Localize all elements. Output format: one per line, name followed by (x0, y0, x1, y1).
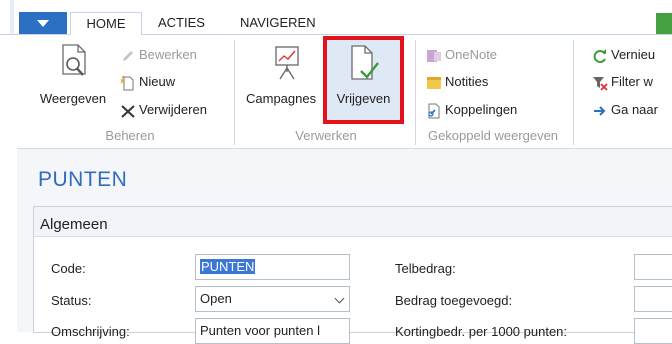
telbedrag-field[interactable] (634, 254, 672, 280)
code-label: Code: (51, 261, 86, 276)
omschrijving-field[interactable]: Punten voor punten l (195, 318, 350, 344)
telbedrag-label: Telbedrag: (395, 261, 456, 276)
page-title: PUNTEN (38, 168, 128, 191)
fasttab-title: Algemeen (40, 216, 108, 233)
window-edge (10, 0, 14, 34)
chevron-down-icon (37, 20, 49, 27)
status-select[interactable]: Open (195, 286, 350, 312)
weergeven-button[interactable]: Weergeven (33, 91, 113, 106)
code-value: PUNTEN (200, 259, 256, 274)
ga-naar-button[interactable]: Ga naar (592, 101, 658, 119)
bewerken-button[interactable]: Bewerken (120, 46, 197, 64)
korting-field[interactable] (634, 318, 672, 344)
refresh-icon (592, 48, 608, 64)
verwijderen-button[interactable]: Verwijderen (120, 101, 207, 119)
tab-acties[interactable]: ACTIES (158, 12, 208, 34)
vernieuwen-button[interactable]: Vernieu (592, 46, 655, 64)
chevron-down-icon (334, 293, 345, 304)
koppelingen-button[interactable]: Koppelingen (426, 101, 517, 119)
korting-label: Kortingbedr. per 1000 punten: (395, 324, 568, 339)
tab-home[interactable]: HOME (70, 12, 142, 36)
new-document-icon (120, 75, 136, 91)
notities-button[interactable]: Notities (426, 73, 488, 91)
link-document-icon (426, 103, 442, 119)
group-label-beheren: Beheren (105, 128, 155, 143)
view-document-icon (60, 44, 90, 80)
onenote-button[interactable]: OneNote (426, 46, 497, 64)
filter-clear-icon (592, 75, 608, 91)
group-label-gekoppeld: Gekoppeld weergeven (427, 128, 559, 143)
tab-navigeren[interactable]: NAVIGEREN (240, 12, 330, 34)
status-label: Status: (51, 293, 92, 308)
arrow-right-icon (592, 103, 608, 119)
application-menu-button[interactable] (19, 12, 67, 34)
note-icon (426, 75, 442, 91)
onenote-icon (426, 48, 442, 64)
nieuw-button[interactable]: Nieuw (120, 73, 175, 91)
group-label-verwerken: Verwerken (295, 128, 357, 143)
filter-button[interactable]: Filter w (592, 73, 653, 91)
status-indicator (656, 13, 672, 34)
bedrag-toegevoegd-field[interactable] (634, 286, 672, 312)
group-separator (415, 40, 416, 145)
code-field[interactable]: PUNTEN (195, 254, 350, 280)
highlight-box (323, 36, 404, 124)
pencil-icon (120, 48, 136, 64)
delete-x-icon (120, 103, 136, 119)
omschrijving-label: Omschrijving: (51, 324, 130, 339)
bedrag-toegevoegd-label: Bedrag toegevoegd: (395, 293, 513, 308)
group-separator (573, 40, 574, 145)
group-separator (234, 40, 235, 145)
campaign-easel-icon (273, 44, 301, 82)
fasttab-header[interactable] (34, 207, 672, 237)
campagnes-button[interactable]: Campagnes (246, 91, 326, 106)
status-value: Open (200, 291, 232, 306)
